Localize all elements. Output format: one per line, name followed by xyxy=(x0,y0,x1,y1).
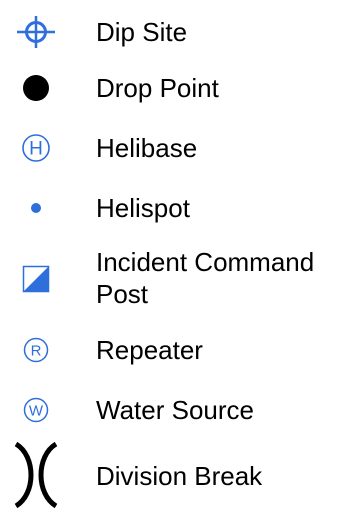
dip-site-icon xyxy=(12,16,60,48)
legend-row-dip-site: Dip Site xyxy=(0,12,360,52)
map-symbol-legend: Dip Site Drop Point H Helibase Helispot xyxy=(0,0,360,519)
incident-command-post-icon xyxy=(12,263,60,295)
legend-row-water-source: W Water Source xyxy=(0,390,360,430)
repeater-icon: R xyxy=(12,334,60,366)
legend-row-helispot: Helispot xyxy=(0,188,360,228)
legend-label: Helibase xyxy=(96,133,198,163)
helibase-icon: H xyxy=(12,132,60,164)
helispot-icon xyxy=(12,192,60,224)
legend-label: Dip Site xyxy=(96,17,188,47)
legend-row-repeater: R Repeater xyxy=(0,330,360,370)
legend-label: Water Source xyxy=(96,395,254,425)
legend-label: Division Break xyxy=(96,461,263,491)
legend-label: Drop Point xyxy=(96,73,219,103)
repeater-glyph: R xyxy=(31,343,42,360)
legend-row-incident-command-post: Incident Command Post xyxy=(0,244,360,314)
division-break-icon xyxy=(12,442,60,508)
legend-row-helibase: H Helibase xyxy=(0,128,360,168)
legend-label: Helispot xyxy=(96,193,190,223)
drop-point-icon xyxy=(12,72,60,104)
legend-label: Repeater xyxy=(96,335,203,365)
water-source-glyph: W xyxy=(29,403,44,420)
helibase-glyph: H xyxy=(29,139,43,160)
legend-row-drop-point: Drop Point xyxy=(0,68,360,108)
legend-label: Incident Command Post xyxy=(96,247,315,309)
legend-row-division-break: Division Break xyxy=(0,442,360,508)
water-source-icon: W xyxy=(12,394,60,426)
